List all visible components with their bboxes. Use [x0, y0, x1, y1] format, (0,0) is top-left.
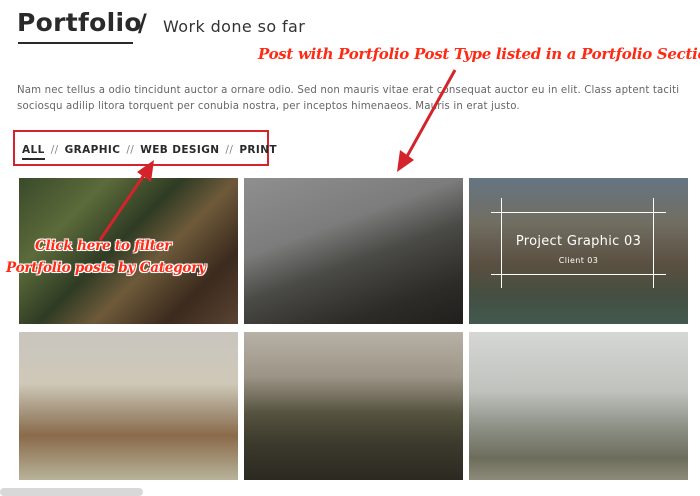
annotation-portfolio-post: Post with Portfolio Post Type listed in … [258, 45, 700, 63]
annotation-filter-line2: Portfolio posts by Category [6, 260, 206, 276]
horizontal-scrollbar[interactable] [0, 488, 143, 496]
annotation-filter-line1: Click here to filter [35, 238, 172, 254]
